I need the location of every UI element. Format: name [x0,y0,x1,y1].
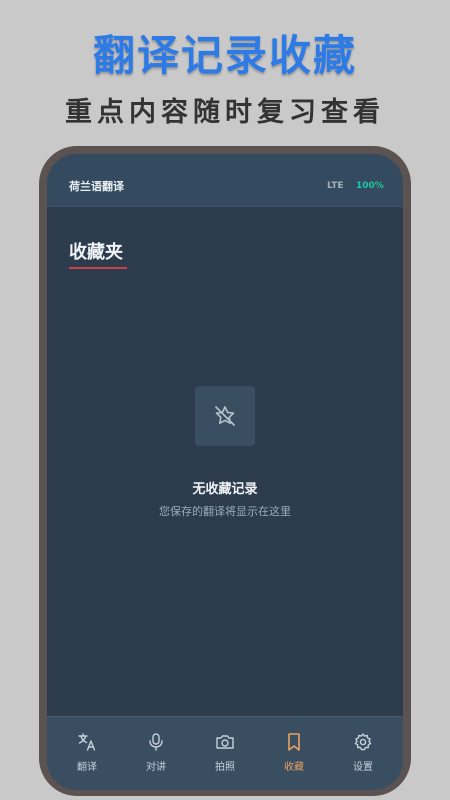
tab-favorites[interactable]: 收藏 [264,717,324,790]
app-header: 荷兰语翻译 LTE 100% [47,154,403,207]
translate-icon [78,733,96,751]
empty-state-icon-box [195,386,255,446]
title-underline [69,267,127,269]
tab-translate[interactable]: 翻译 [57,717,117,790]
tab-intercom[interactable]: 对讲 [126,717,186,790]
bookmark-off-icon [215,406,235,426]
tab-settings[interactable]: 设置 [333,717,393,790]
tab-label: 对讲 [146,762,166,773]
tab-label: 收藏 [284,762,304,773]
bookmark-icon [288,733,300,751]
empty-state-title: 无收藏记录 [192,482,258,497]
page-title: 收藏夹 [69,242,123,263]
promo-subheadline: 重点内容随时复习查看 [65,97,385,128]
phone-frame: 荷兰语翻译 LTE 100% 收藏夹 无收藏记录 您保存的翻译将显示在这里 翻译 [39,146,411,796]
bottom-tab-bar: 翻译 对讲 拍照 收藏 设置 [47,716,403,790]
tab-label: 翻译 [77,762,97,773]
microphone-icon [149,733,163,751]
gear-icon [354,733,372,751]
tab-label: 拍照 [215,762,235,773]
app-screen: 荷兰语翻译 LTE 100% 收藏夹 无收藏记录 您保存的翻译将显示在这里 翻译 [47,154,403,790]
tab-label: 设置 [353,762,373,773]
app-title: 荷兰语翻译 [69,180,124,193]
camera-icon [216,735,234,749]
network-indicator: LTE [327,181,344,191]
empty-state-subtitle: 您保存的翻译将显示在这里 [159,505,291,518]
tab-camera[interactable]: 拍照 [195,717,255,790]
battery-indicator: 100% [356,181,384,191]
promo-headline: 翻译记录收藏 [92,31,357,80]
